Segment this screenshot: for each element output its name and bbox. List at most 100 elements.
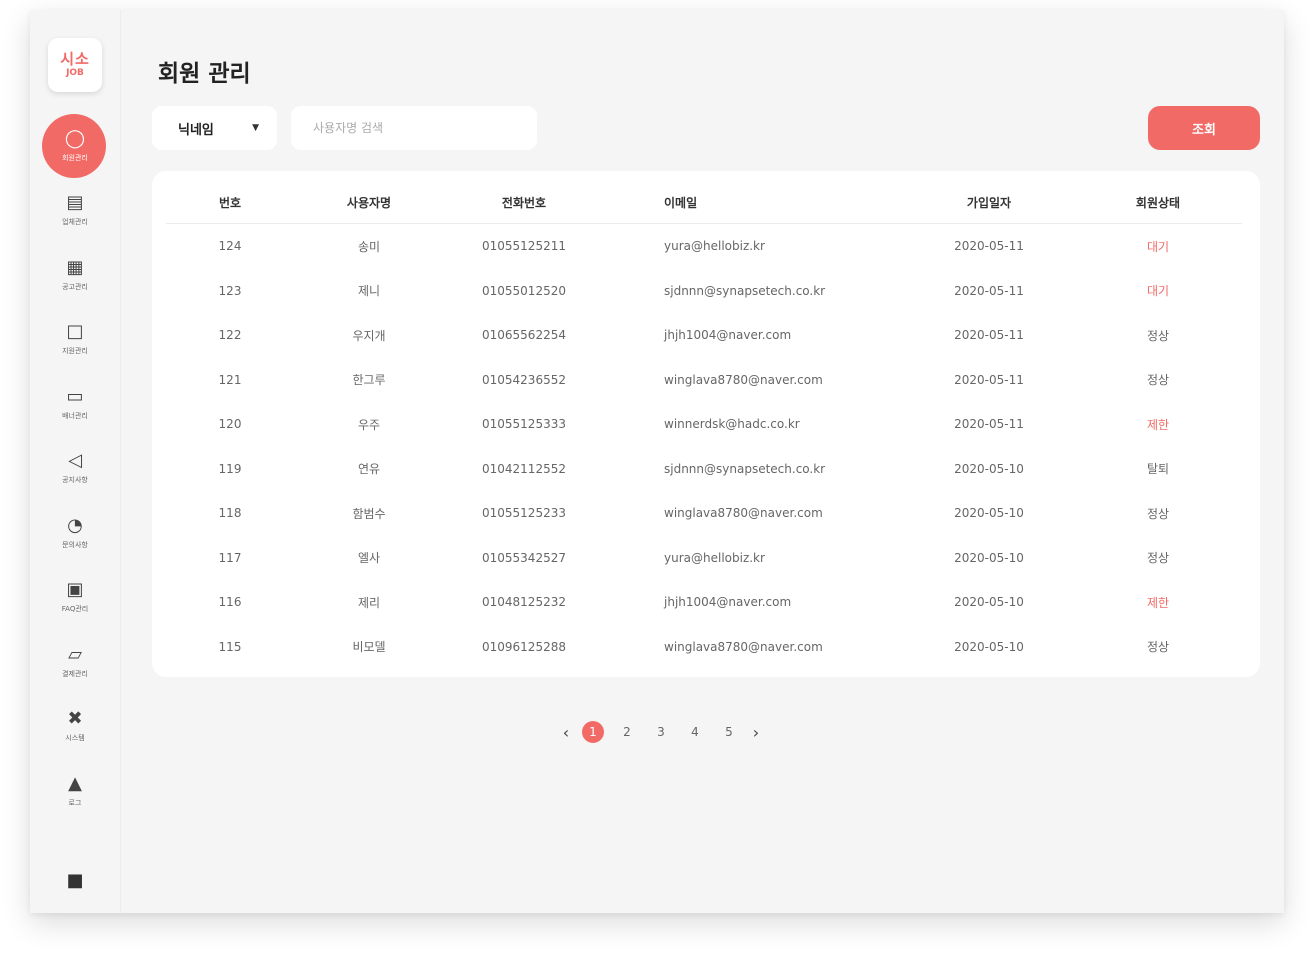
sidebar-nav: ◯ 회원관리 ▤ 업체관리 ▦ 공고관리 □ 지원관리 ▭ 배너관리 ◁ 공지사항 ◔ 문의사항 ▣ FAQ관… (30, 114, 120, 824)
cell-phone: 01055125233 (482, 506, 566, 521)
cell-email: jhjh1004@naver.com (664, 595, 792, 610)
cell-no: 120 (218, 417, 242, 432)
cell-name: 엘사 (357, 551, 381, 566)
cell-no: 123 (218, 283, 242, 298)
lock-icon: ▲ (68, 772, 82, 794)
cell-date: 2020-05-11 (954, 417, 1024, 432)
page-button-5[interactable]: 5 (718, 721, 740, 743)
cell-email: winglava8780@naver.com (664, 372, 823, 387)
cell-status: 대기 (1146, 239, 1170, 254)
cell-phone: 01065562254 (482, 328, 566, 343)
sidebar-item-10[interactable]: ▲ 로그 (30, 759, 120, 824)
cell-status: 정상 (1146, 328, 1170, 343)
sidebar-item-8[interactable]: ▱ 결제관리 (30, 630, 120, 695)
bag-icon: ▱ (68, 643, 82, 665)
sidebar-item-3[interactable]: □ 지원관리 (30, 308, 120, 373)
column-header-name[interactable]: 사용자명 (294, 181, 444, 224)
table-row[interactable]: 118 함범수 01055125233 winglava8780@naver.com 2… (166, 491, 1242, 536)
cell-name: 연유 (357, 462, 381, 477)
cell-no: 122 (218, 328, 242, 343)
cell-email: jhjh1004@naver.com (664, 328, 792, 343)
cell-phone: 01055125211 (482, 239, 566, 254)
table-row[interactable]: 121 한그루 01054236552 winglava8780@naver.com 2… (166, 358, 1242, 403)
sidebar-item-2[interactable]: ▦ 공고관리 (30, 243, 120, 308)
cell-no: 115 (218, 639, 242, 654)
sidebar-item-5[interactable]: ◁ 공지사항 (30, 437, 120, 502)
table-row[interactable]: 124 송미 01055125211 yura@hellobiz.kr 2020-05-… (166, 224, 1242, 269)
cell-email: sjdnnn@synapsetech.co.kr (664, 461, 826, 476)
monitor-icon: ▭ (66, 385, 84, 407)
logo[interactable]: 시소 JOB (48, 38, 102, 92)
sidebar-item-label: 배너관리 (62, 411, 88, 420)
sidebar-item-1[interactable]: ▤ 업체관리 (30, 179, 120, 244)
cell-no: 121 (218, 372, 242, 387)
cell-status: 정상 (1146, 551, 1170, 566)
building-icon: ▤ (66, 192, 84, 214)
cell-email: sjdnnn@synapsetech.co.kr (664, 283, 826, 298)
sidebar-item-label: 업체관리 (62, 218, 88, 227)
column-header-status[interactable]: 회원상태 (1074, 181, 1242, 224)
page-button-2[interactable]: 2 (616, 721, 638, 743)
table-row[interactable]: 122 우지개 01065562254 jhjh1004@naver.com 2020-… (166, 313, 1242, 358)
page-button-3[interactable]: 3 (650, 721, 672, 743)
sidebar-item-label: FAQ관리 (61, 605, 89, 614)
cell-name: 송미 (357, 239, 381, 254)
sidebar-item-0[interactable]: ◯ 회원관리 (30, 114, 120, 179)
column-header-phone[interactable]: 전화번호 (444, 181, 604, 224)
cell-date: 2020-05-11 (954, 372, 1024, 387)
sidebar-item-9[interactable]: ✖ 시스템 (30, 695, 120, 760)
cell-no: 117 (218, 550, 242, 565)
sidebar-item-label: 문의사항 (62, 540, 88, 549)
table-row[interactable]: 116 제리 01048125232 jhjh1004@naver.com 2020-0… (166, 580, 1242, 625)
table-header-row: 번호 사용자명 전화번호 이메일 가입일자 회원상태 (166, 181, 1242, 224)
column-header-date[interactable]: 가입일자 (904, 181, 1074, 224)
cell-date: 2020-05-11 (954, 283, 1024, 298)
sidebar-item-7[interactable]: ▣ FAQ관리 (30, 566, 120, 631)
cell-name: 제니 (357, 284, 381, 299)
cell-name: 우주 (357, 417, 381, 432)
column-header-email[interactable]: 이메일 (604, 181, 904, 224)
cell-phone: 01096125288 (482, 639, 566, 654)
table-row[interactable]: 115 비모델 01096125288 winglava8780@naver.com 2… (166, 625, 1242, 670)
table-row[interactable]: 123 제니 01055012520 sjdnnn@synapsetech.co.kr… (166, 269, 1242, 314)
sidebar: 시소 JOB ◯ 회원관리 ▤ 업체관리 ▦ 공고관리 □ 지원관리 ▭ 배너관리 ◁ 공지사항 ◔ 문의… (30, 10, 121, 913)
column-header-no[interactable]: 번호 (166, 181, 294, 224)
table-row[interactable]: 119 연유 01042112552 sjdnnn@synapsetech.co.kr… (166, 447, 1242, 492)
pagination: ‹ 1 2 3 4 5 › (556, 720, 766, 744)
logo-text-sub: JOB (66, 68, 84, 78)
cell-date: 2020-05-11 (954, 328, 1024, 343)
sidebar-item-4[interactable]: ▭ 배너관리 (30, 372, 120, 437)
cell-email: winglava8780@naver.com (664, 506, 823, 521)
message-icon: ▣ (66, 579, 84, 601)
cell-date: 2020-05-10 (954, 550, 1024, 565)
page-button-4[interactable]: 4 (684, 721, 706, 743)
member-table-card: 번호 사용자명 전화번호 이메일 가입일자 회원상태 124 송미 01055125… (152, 171, 1260, 677)
cell-phone: 01048125232 (482, 595, 566, 610)
sidebar-item-6[interactable]: ◔ 문의사항 (30, 501, 120, 566)
megaphone-icon: ◁ (68, 450, 82, 472)
sidebar-item-label: 결제관리 (62, 669, 88, 678)
search-input[interactable] (291, 106, 537, 150)
table-row[interactable]: 117 엘사 01055342527 yura@hellobiz.kr 2020-05-… (166, 536, 1242, 581)
tools-icon: ✖ (67, 708, 83, 730)
cell-status: 제한 (1146, 595, 1170, 610)
sidebar-item-label: 회원관리 (62, 153, 88, 162)
page-title: 회원 관리 (158, 61, 251, 87)
cell-date: 2020-05-10 (954, 461, 1024, 476)
next-page-icon[interactable]: › (746, 723, 766, 742)
sidebar-item-label: 공지사항 (62, 476, 88, 485)
user-icon: ◯ (64, 127, 86, 149)
search-type-value: 닉네임 (178, 122, 214, 138)
search-button[interactable]: 조회 (1148, 106, 1260, 150)
prev-page-icon[interactable]: ‹ (556, 723, 576, 742)
thumb-icon: ◔ (67, 514, 83, 536)
cell-status: 정상 (1146, 640, 1170, 655)
search-type-select[interactable]: 닉네임 ▼ (152, 106, 277, 150)
cell-status: 대기 (1146, 284, 1170, 299)
cell-email: winglava8780@naver.com (664, 639, 823, 654)
logout-icon[interactable]: ■ (63, 868, 87, 892)
table-row[interactable]: 120 우주 01055125333 winnerdsk@hadc.co.kr 2020… (166, 402, 1242, 447)
sidebar-item-label: 공고관리 (62, 282, 88, 291)
page-button-1[interactable]: 1 (582, 721, 604, 743)
cell-no: 116 (218, 595, 242, 610)
